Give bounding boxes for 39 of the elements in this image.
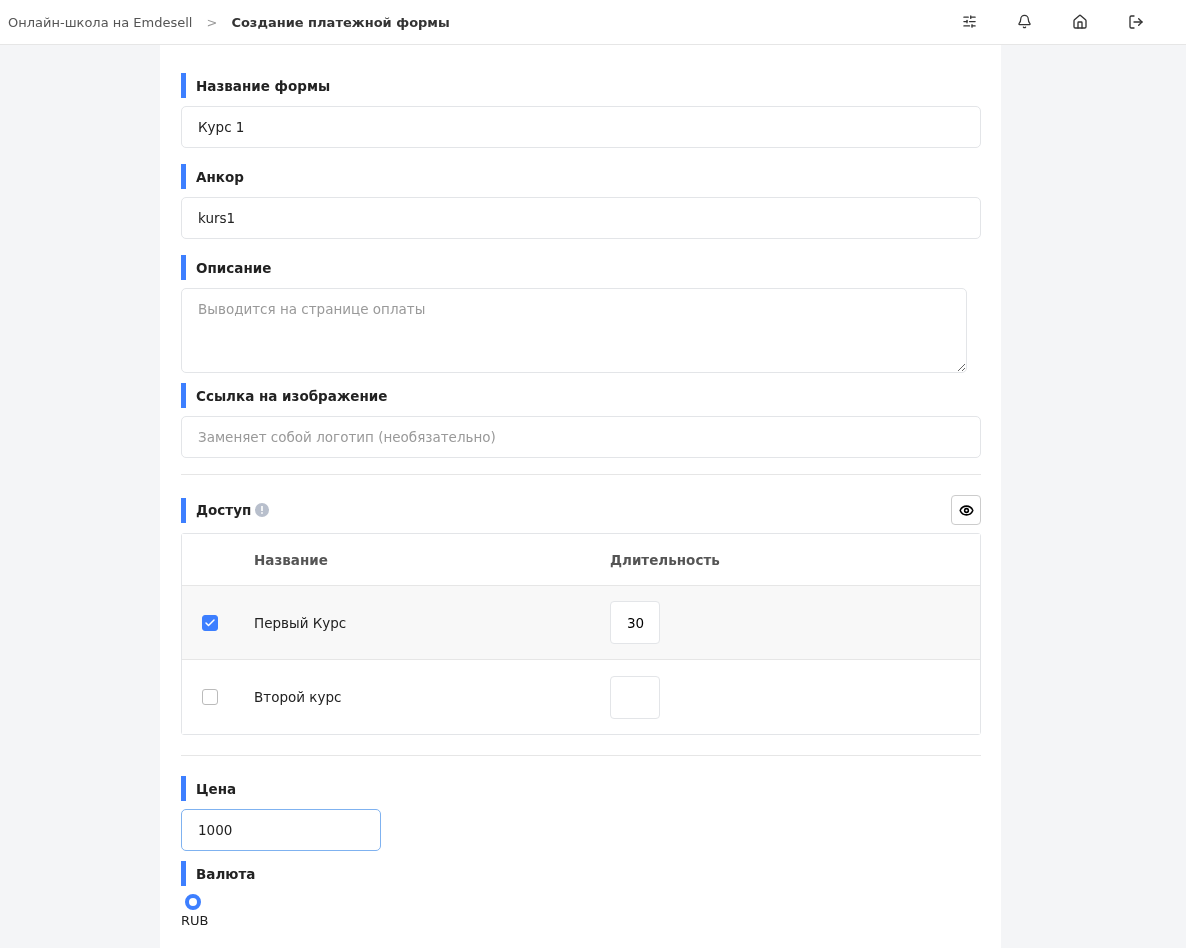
course-name: Второй курс [254,689,343,705]
field-label: Валюта [196,865,256,882]
label-marker [181,73,186,98]
field-label: Анкор [196,168,244,185]
radio-button[interactable] [185,894,201,910]
settings-icon[interactable] [962,14,977,30]
eye-icon [958,502,974,518]
label-marker [181,497,186,523]
label-marker [181,383,186,408]
duration-field[interactable]: 30 [610,601,660,644]
input-field[interactable]: kurs1 [181,197,981,239]
checkbox[interactable] [202,614,218,631]
label-marker [181,255,186,280]
description-field[interactable]: Выводится на странице оплаты [181,288,967,373]
check-icon [204,616,216,629]
notification-icon[interactable] [1017,14,1032,30]
field-label: Ссылка на изображение [196,387,388,404]
course-name: Первый Курс [254,614,348,631]
label-marker [181,861,186,886]
field-label: Доступ [196,502,252,518]
column-header: Длительность [610,551,721,568]
preview-button[interactable] [951,495,981,525]
house-icon[interactable] [1072,14,1088,30]
breadcrumb-separator: > [206,14,218,30]
checkbox[interactable] [202,689,218,705]
page-title: Создание платежной формы [231,14,450,30]
input-field[interactable]: Заменяет собой логотип (необязательно) [181,416,981,458]
logout-icon[interactable] [1128,14,1144,30]
label-marker [181,164,186,189]
price-field[interactable]: 1000 [181,809,381,851]
input-field[interactable]: Курс 1 [181,106,981,148]
field-label: Описание [196,259,272,276]
breadcrumb-link[interactable]: Онлайн-школа на Emdesell [8,14,193,30]
field-label: Название формы [196,77,331,94]
field-label: Цена [196,780,237,797]
label-marker [181,776,186,801]
duration-field[interactable] [610,675,660,719]
radio-label: RUB [181,913,210,928]
column-header: Название [254,551,329,568]
